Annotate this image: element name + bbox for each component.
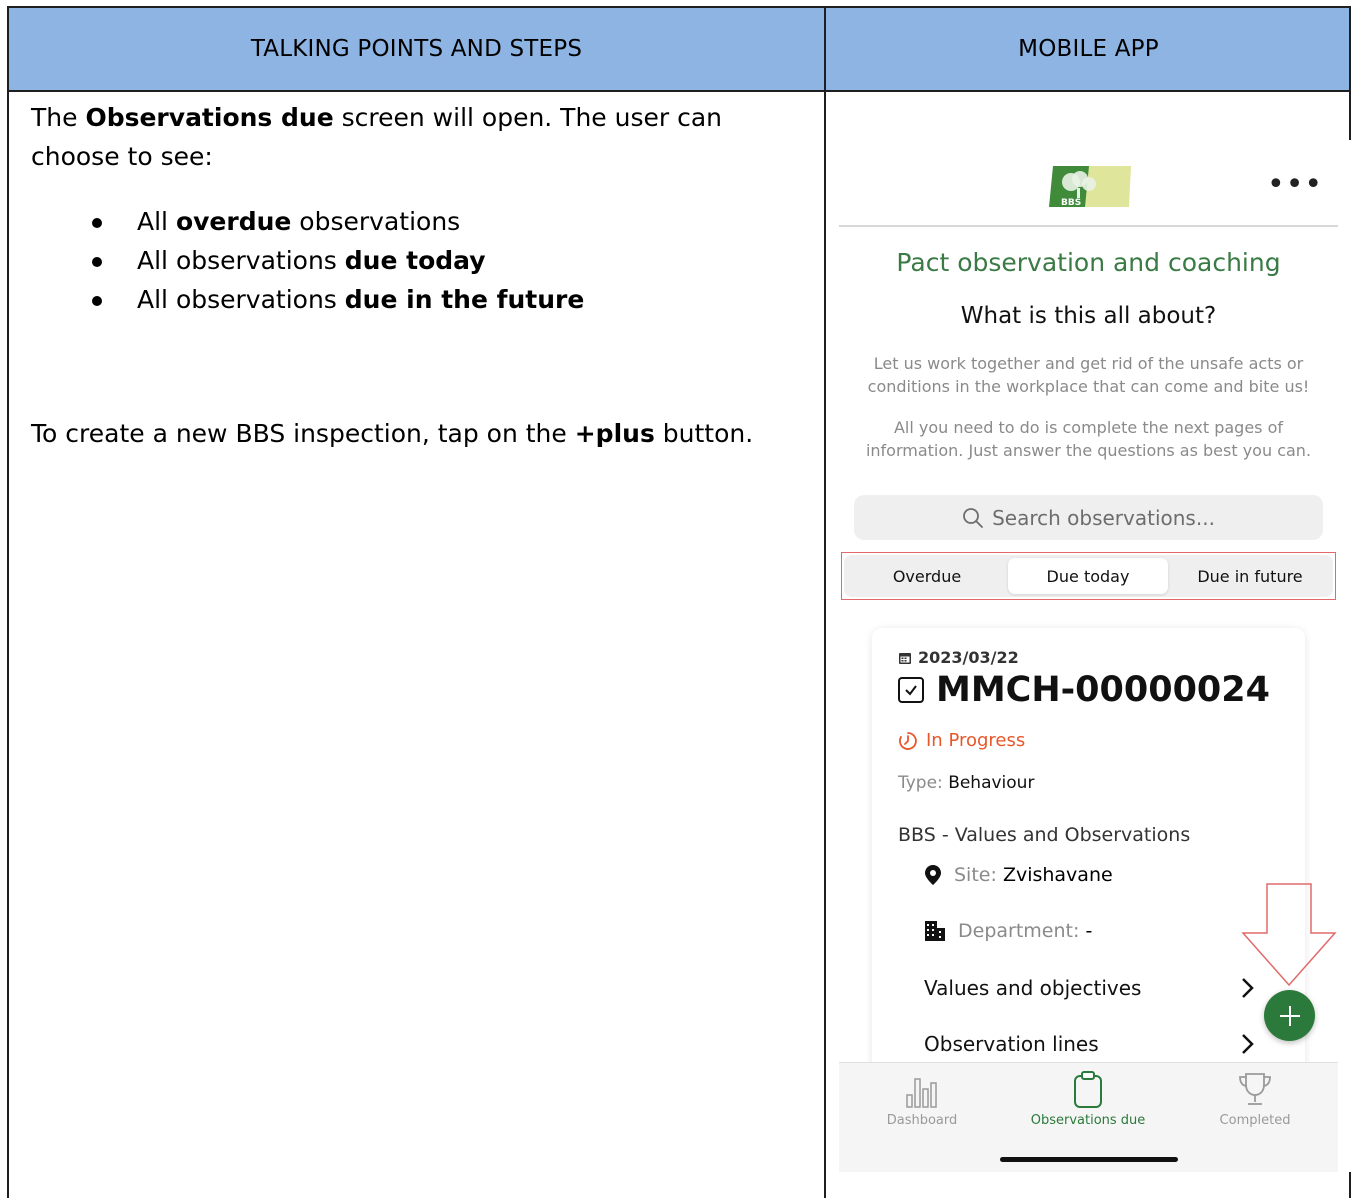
plus-icon (1279, 1005, 1300, 1026)
bbs-section-title: BBS - Values and Observations (898, 824, 1191, 846)
search-icon (963, 507, 983, 528)
bullet-bold: overdue (175, 207, 292, 236)
app-subtitle: What is this all about? (960, 303, 1217, 329)
header-talking-points: TALKING POINTS AND STEPS (250, 36, 583, 62)
intro-paragraph: The Observations due screen will open. T… (31, 98, 801, 176)
svg-text:BBS: BBS (1061, 198, 1081, 208)
bullet-pre: All (137, 207, 176, 236)
header-mobile-app: MOBILE APP (1018, 36, 1159, 62)
tab-completed[interactable]: Completed (1185, 1071, 1325, 1128)
due-filter-tabs: Overdue Due today Due in future (844, 555, 1333, 597)
building-icon (925, 921, 945, 941)
intro-paragraph-1: Let us work together and get rid of the … (867, 354, 1310, 396)
tab-overdue[interactable]: Overdue (847, 558, 1007, 594)
bottom-tab-bar: Dashboard Observations due Completed (839, 1062, 1338, 1172)
observation-id-text: MMCH-00000024 (936, 670, 1270, 710)
chevron-right-icon (1242, 1034, 1254, 1054)
options-list: All overdue observations All observation… (31, 202, 801, 319)
type-value: Behaviour (948, 773, 1035, 793)
observation-id: MMCH-00000024 (898, 670, 1270, 710)
tab-label: Completed (1219, 1113, 1291, 1128)
location-pin-icon (925, 865, 941, 885)
status-badge: In Progress (898, 730, 1025, 751)
type-label: Type: (898, 773, 943, 793)
site-label: Site: (954, 864, 997, 886)
bullet-bold: due today (344, 246, 486, 275)
intro-bold: Observations due (85, 103, 334, 132)
tab-label: Observations due (1030, 1113, 1146, 1128)
talking-points-cell: The Observations due screen will open. T… (31, 98, 801, 448)
checkbox-icon (898, 677, 924, 703)
tab-due-in-future[interactable]: Due in future (1170, 558, 1330, 594)
list-item: All observations due today (31, 241, 801, 280)
date-text: 2023/03/22 (918, 648, 1019, 667)
intro-text-1: The (31, 103, 86, 132)
tab-due-today[interactable]: Due today (1008, 558, 1168, 594)
bullet-pre: All observations (137, 246, 345, 275)
intro-paragraph-2: All you need to do is complete the next … (865, 418, 1312, 460)
calendar-icon (899, 652, 911, 664)
site-value: Zvishavane (1002, 864, 1113, 886)
observation-date: 2023/03/22 (898, 648, 1019, 667)
bullet-bold: due in the future (344, 285, 585, 314)
status-text: In Progress (926, 730, 1026, 751)
create-text-2: button. (654, 419, 754, 448)
values-objectives-link[interactable]: Values and objectives (924, 976, 1254, 1000)
tab-observations-due[interactable]: Observations due (1018, 1071, 1158, 1128)
mobile-screenshot: BBS ••• Pact observation and coaching Wh… (839, 140, 1357, 1172)
bullet-pre: All observations (137, 285, 345, 314)
more-horizontal-icon[interactable]: ••• (1267, 170, 1323, 200)
create-instruction: To create a new BBS inspection, tap on t… (31, 414, 753, 453)
department-value: - (1085, 920, 1093, 942)
bullet-post: observations (291, 207, 461, 236)
trophy-icon (1239, 1073, 1271, 1105)
observation-lines-link[interactable]: Observation lines (924, 1032, 1254, 1056)
bar-chart-icon (906, 1078, 937, 1108)
home-indicator (1000, 1157, 1178, 1162)
column-divider (824, 8, 826, 1198)
create-bold: +plus (574, 419, 655, 448)
add-observation-button[interactable] (1264, 990, 1315, 1041)
app-header: BBS ••• (839, 140, 1338, 227)
timer-icon (899, 731, 917, 750)
list-item: All observations due in the future (31, 280, 801, 319)
site-row: Site: Zvishavane (924, 864, 1113, 886)
department-row: Department: - (924, 920, 1092, 942)
search-input[interactable]: Search observations... (854, 495, 1323, 540)
observation-card[interactable]: 2023/03/22 MMCH-00000024 In Progress Typ… (872, 628, 1305, 1098)
nav-label: Values and objectives (924, 976, 1142, 1000)
create-text-1: To create a new BBS inspection, tap on t… (31, 419, 575, 448)
nav-label: Observation lines (924, 1032, 1099, 1056)
department-label: Department: (958, 920, 1080, 942)
clipboard-icon (1074, 1071, 1102, 1108)
tab-dashboard[interactable]: Dashboard (852, 1071, 992, 1128)
app-title: Pact observation and coaching (896, 248, 1281, 277)
down-arrow-annotation (1241, 883, 1337, 987)
bbs-logo: BBS (1049, 166, 1131, 208)
search-placeholder: Search observations... (992, 505, 1215, 530)
observation-type: Type: Behaviour (898, 773, 1034, 793)
list-item: All overdue observations (31, 202, 801, 241)
tab-label: Dashboard (886, 1113, 958, 1128)
